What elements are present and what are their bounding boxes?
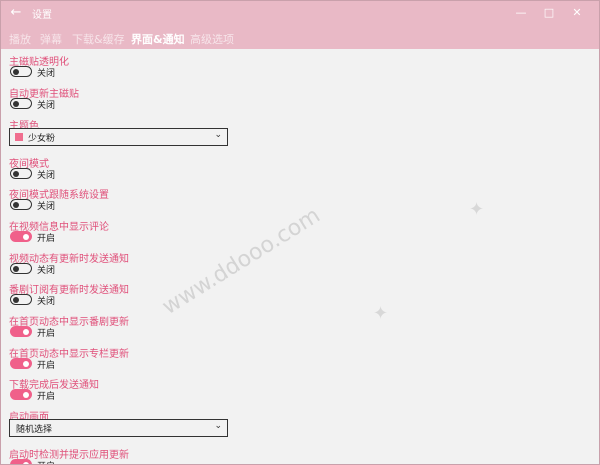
toggle-state: 开启 xyxy=(37,361,56,371)
toggle-state: 开启 xyxy=(37,234,56,244)
chevron-down-icon: ⌄ xyxy=(214,130,222,140)
toggle-state: 关闭 xyxy=(37,69,56,79)
settings-window: ← 设置 — □ ✕ 播放 弹幕 下载&缓存 界面&通知 高级选项 www.dd… xyxy=(0,0,600,465)
tab-download-cache[interactable]: 下载&缓存 xyxy=(72,31,125,47)
toggle-knob xyxy=(23,360,29,367)
tab-danmaku[interactable]: 弹幕 xyxy=(40,31,62,47)
toggle-knob xyxy=(23,328,29,335)
toggle-knob xyxy=(13,68,19,75)
toggle-knob xyxy=(23,461,29,464)
dropdown-value: 少女粉 xyxy=(28,134,56,144)
color-swatch xyxy=(15,133,23,141)
toggle-switch[interactable] xyxy=(10,459,32,464)
toggle-state: 关闭 xyxy=(37,101,56,111)
tab-advanced[interactable]: 高级选项 xyxy=(190,31,234,47)
toggle-switch[interactable] xyxy=(10,231,32,242)
header: ← 设置 — □ ✕ 播放 弹幕 下载&缓存 界面&通知 高级选项 xyxy=(1,1,599,49)
toggle-switch[interactable] xyxy=(10,98,32,109)
window-title: 设置 xyxy=(32,10,52,21)
toggle-switch[interactable] xyxy=(10,358,32,369)
toggle-switch[interactable] xyxy=(10,199,32,210)
tab-playback[interactable]: 播放 xyxy=(9,31,31,47)
close-button[interactable]: ✕ xyxy=(563,1,591,25)
toggle-state: 关闭 xyxy=(37,202,56,212)
maximize-button[interactable]: □ xyxy=(535,1,563,25)
watermark-star-icon: ✦ xyxy=(469,199,485,220)
settings-content: www.ddooo.com ✦ ✦ 主磁贴透明化 关闭 自动更新主磁贴 关闭 主… xyxy=(1,49,599,464)
title-bar: ← 设置 — □ ✕ xyxy=(1,1,599,25)
toggle-state: 开启 xyxy=(37,392,56,402)
chevron-down-icon: ⌄ xyxy=(214,421,222,431)
theme-color-dropdown[interactable]: 少女粉 ⌄ xyxy=(9,128,228,146)
toggle-knob xyxy=(23,391,29,398)
toggle-knob xyxy=(23,233,29,240)
toggle-state: 关闭 xyxy=(37,171,56,181)
toggle-state: 开启 xyxy=(37,459,55,464)
toggle-switch[interactable] xyxy=(10,66,32,77)
toggle-state: 关闭 xyxy=(37,266,56,276)
toggle-state: 开启 xyxy=(37,329,56,339)
toggle-switch[interactable] xyxy=(10,326,32,337)
watermark-star-icon: ✦ xyxy=(373,303,389,324)
toggle-knob xyxy=(13,265,19,272)
toggle-switch[interactable] xyxy=(10,294,32,305)
toggle-knob xyxy=(13,100,19,107)
minimize-button[interactable]: — xyxy=(507,1,535,25)
toggle-knob xyxy=(13,296,19,303)
startup-screen-dropdown[interactable]: 随机选择 ⌄ xyxy=(9,419,228,437)
back-arrow-icon[interactable]: ← xyxy=(7,4,25,22)
dropdown-value: 随机选择 xyxy=(16,425,53,435)
toggle-switch[interactable] xyxy=(10,389,32,400)
toggle-knob xyxy=(13,201,19,208)
tab-interface-notifications[interactable]: 界面&通知 xyxy=(131,31,185,47)
toggle-state: 关闭 xyxy=(37,297,56,307)
toggle-switch[interactable] xyxy=(10,168,32,179)
toggle-knob xyxy=(13,170,19,177)
watermark: www.ddooo.com xyxy=(158,202,325,321)
toggle-switch[interactable] xyxy=(10,263,32,274)
